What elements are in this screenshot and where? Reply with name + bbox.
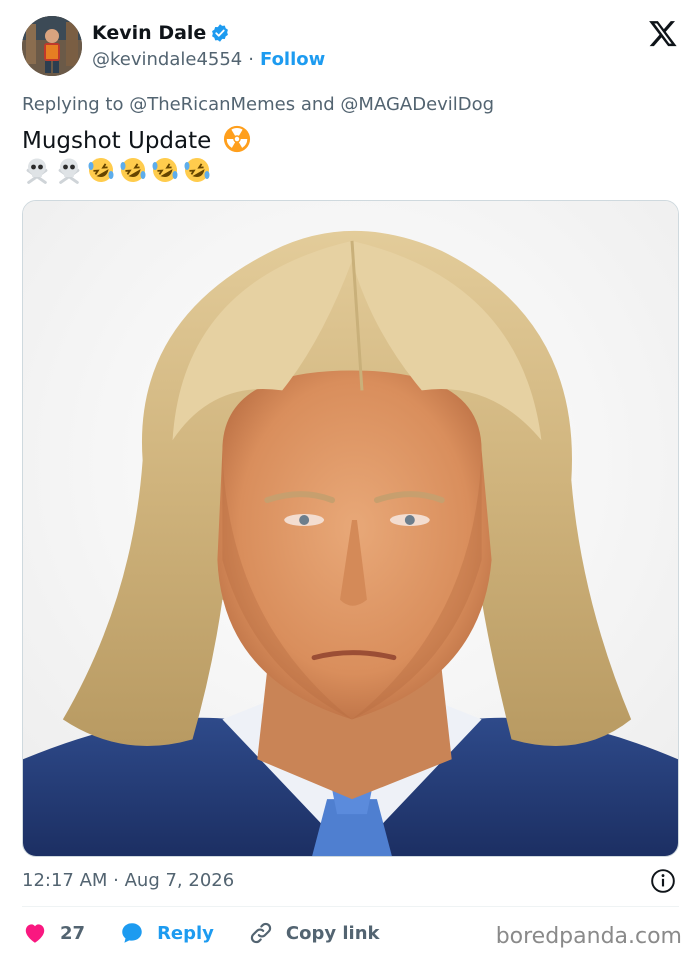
like-count: 27 — [60, 922, 86, 944]
verified-badge-icon — [210, 23, 230, 43]
divider — [22, 906, 679, 907]
follow-button[interactable]: Follow — [260, 49, 325, 70]
x-logo-icon[interactable] — [648, 18, 678, 48]
tweet-actions: 27 Reply Copy link — [22, 918, 414, 948]
author-name[interactable]: Kevin Dale — [92, 22, 206, 44]
handle-separator: · — [248, 49, 254, 70]
rofl-icon — [88, 158, 114, 182]
handle-row: @kevindale4554 · Follow — [92, 49, 325, 70]
reply-context: Replying to @TheRicanMemes and @MAGADevi… — [22, 94, 495, 115]
rofl-icon — [120, 158, 146, 182]
emoji-line — [22, 155, 212, 185]
reply-button[interactable]: Reply — [119, 920, 214, 946]
rofl-icon — [184, 158, 210, 182]
portrait-photo — [23, 201, 678, 856]
rofl-icon — [152, 158, 178, 182]
avatar[interactable] — [22, 16, 82, 76]
reply-label: Reply — [157, 922, 214, 944]
copy-link-button[interactable]: Copy link — [248, 920, 380, 946]
watermark: boredpanda.com — [495, 924, 682, 949]
radioactive-icon — [223, 125, 251, 161]
skull-crossbones-icon — [26, 158, 48, 184]
link-icon — [250, 922, 272, 944]
copy-link-label: Copy link — [285, 922, 380, 944]
tweet-timestamp[interactable]: 12:17 AM · Aug 7, 2026 — [22, 870, 234, 891]
author-handle[interactable]: @kevindale4554 — [92, 49, 242, 70]
tweet-header: Kevin Dale @kevindale4554 · Follow — [22, 16, 682, 78]
tweet-media-image[interactable] — [22, 200, 679, 857]
reply-bubble-icon — [122, 923, 142, 943]
tweet-text-body: Mugshot Update — [22, 128, 212, 154]
info-icon[interactable] — [650, 868, 676, 894]
name-row: Kevin Dale — [92, 22, 230, 44]
like-button[interactable]: 27 — [22, 920, 85, 946]
heart-icon — [25, 924, 45, 943]
skull-crossbones-icon — [58, 158, 80, 184]
